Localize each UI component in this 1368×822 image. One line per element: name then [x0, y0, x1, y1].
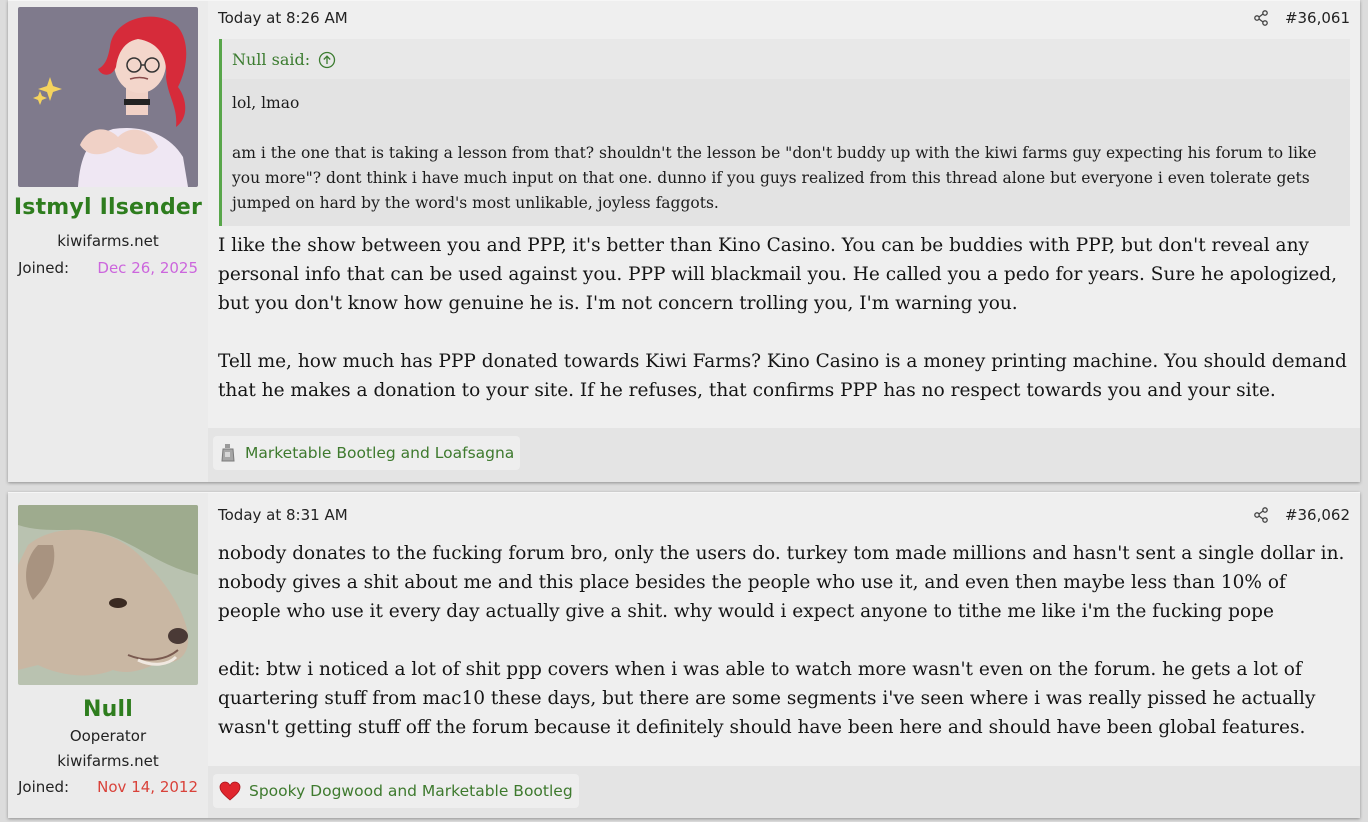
username[interactable]: Istmyl Ilsender [8, 195, 208, 220]
quote-author[interactable]: Null said: [232, 50, 310, 69]
heart-icon [219, 781, 241, 801]
post: Null Ooperator kiwifarms.net Joined: Nov… [8, 492, 1360, 818]
post-paragraph: nobody donates to the fucking forum bro,… [218, 543, 1345, 622]
post: Istmyl Ilsender kiwifarms.net Joined: De… [8, 0, 1360, 482]
post-timestamp[interactable]: Today at 8:26 AM [218, 9, 348, 27]
post-number-link[interactable]: #36,061 [1285, 9, 1350, 27]
quote-paragraph: am i the one that is taking a lesson fro… [232, 144, 1317, 212]
red-haired-cartoon-woman-avatar [18, 7, 198, 187]
post-meta: #36,062 [1253, 506, 1350, 524]
quote-body: lol, lmao am i the one that is taking a … [222, 79, 1350, 226]
reaction-users[interactable]: Spooky Dogwood and Marketable Bootleg [249, 782, 573, 800]
post-body: nobody donates to the fucking forum bro,… [218, 539, 1348, 742]
reaction-users[interactable]: Marketable Bootleg and Loafsagna [245, 444, 514, 462]
user-site: kiwifarms.net [57, 752, 159, 770]
post-number-link[interactable]: #36,062 [1285, 506, 1350, 524]
user-site: kiwifarms.net [57, 232, 159, 250]
avatar[interactable] [18, 505, 198, 685]
arrow-up-circle-icon[interactable] [318, 51, 336, 69]
joined-label: Joined: [18, 259, 70, 277]
quote-attribution[interactable]: Null said: [232, 50, 336, 69]
joined-date: Nov 14, 2012 [97, 778, 198, 796]
user-title: Ooperator [69, 727, 147, 745]
user-info-panel: Istmyl Ilsender kiwifarms.net Joined: De… [8, 1, 208, 482]
user-info-panel: Null Ooperator kiwifarms.net Joined: Nov… [8, 493, 208, 818]
reaction-bar: Spooky Dogwood and Marketable Bootleg [208, 766, 1360, 818]
post-paragraph: I like the show between you and PPP, it'… [218, 235, 1338, 314]
post-body: I like the show between you and PPP, it'… [218, 231, 1348, 405]
quote-block: Null said: lol, lmao am i the one that i… [219, 39, 1350, 226]
gray-bottle-icon [219, 443, 237, 463]
post-timestamp[interactable]: Today at 8:31 AM [218, 506, 348, 524]
reaction-summary[interactable]: Spooky Dogwood and Marketable Bootleg [213, 774, 579, 808]
share-icon[interactable] [1253, 10, 1269, 26]
joined-label: Joined: [18, 778, 70, 796]
joined-date: Dec 26, 2025 [97, 259, 198, 277]
post-paragraph: edit: btw i noticed a lot of shit ppp co… [218, 659, 1316, 738]
reaction-summary[interactable]: Marketable Bootleg and Loafsagna [213, 436, 521, 470]
share-icon[interactable] [1253, 507, 1269, 523]
avatar[interactable] [18, 7, 198, 187]
post-paragraph: Tell me, how much has PPP donated toward… [218, 351, 1347, 401]
message-panel: Today at 8:26 AM #36,061 Null said: lol,… [208, 1, 1360, 482]
reaction-bar: Marketable Bootleg and Loafsagna [208, 428, 1360, 482]
quote-paragraph: lol, lmao [232, 94, 300, 112]
post-meta: #36,061 [1253, 9, 1350, 27]
username[interactable]: Null [8, 697, 208, 722]
quote-header: Null said: [222, 39, 1350, 79]
dog-avatar [18, 505, 198, 685]
